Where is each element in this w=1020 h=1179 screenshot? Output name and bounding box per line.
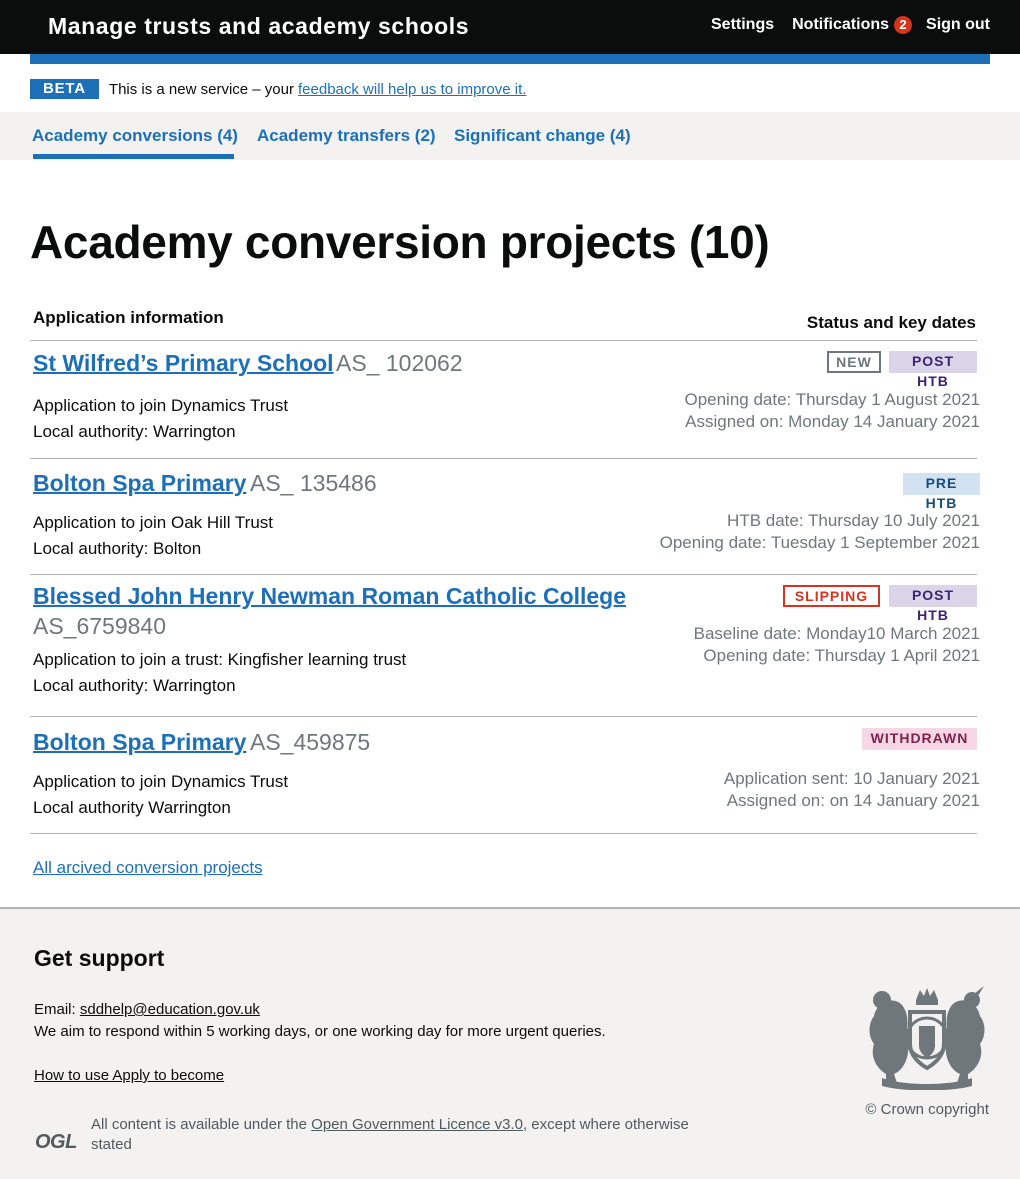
site-header: Manage trusts and academy schools Settin… [0,0,1020,54]
settings-link[interactable]: Settings [711,16,774,34]
service-name[interactable]: Manage trusts and academy schools [48,13,469,40]
status-tag-new: NEW [827,351,881,373]
crown-copyright: © Crown copyright [865,1101,989,1118]
phase-banner: BETA This is a new service – your feedba… [30,79,526,99]
project-trust: Application to join Dynamics Trust [33,772,289,791]
royal-coat-of-arms-icon [869,986,985,1090]
support-email-link[interactable]: sddhelp@education.gov.uk [80,1001,260,1018]
site-footer: Get support Email: sddhelp@education.gov… [0,907,1020,1179]
project-local-authority: Local authority: Bolton [33,539,202,558]
divider [30,574,977,575]
project-date-1: HTB date: Thursday 10 July 2021 [727,511,980,530]
project-date-1: Baseline date: Monday10 March 2021 [693,624,980,643]
column-header-status-key-dates: Status and key dates [806,313,976,332]
project-reference: AS_ 102062 [336,350,463,376]
tab-significant-change[interactable]: Significant change (4) [454,126,631,146]
project-local-authority: Local authority: Warrington [33,422,236,441]
tab-academy-conversions[interactable]: Academy conversions (4) [32,126,238,146]
open-government-licence-link[interactable]: Open Government Licence v3.0 [311,1116,523,1133]
project-link[interactable]: Bolton Spa Primary [33,729,246,756]
support-heading: Get support [34,945,165,971]
support-email-line: Email: sddhelp@education.gov.uk [34,1001,260,1018]
project-date-1: Opening date: Thursday 1 August 2021 [684,390,980,409]
status-tag-slipping: SLIPPING [783,585,880,607]
sub-navigation: Academy conversions (4) Academy transfer… [0,112,1020,160]
project-date-2: Opening date: Thursday 1 April 2021 [703,646,980,665]
status-tag-withdrawn: WITHDRAWN [862,728,977,750]
active-tab-indicator [33,154,234,159]
project-link[interactable]: Blessed John Henry Newman Roman Catholic… [33,583,626,610]
notifications-count-badge: 2 [894,16,913,34]
project-local-authority: Local authority Warrington [33,798,231,817]
status-tag-pre-htb: PRE HTB [903,473,980,511]
project-date-1: Application sent: 10 January 2021 [723,769,980,788]
email-label: Email: [34,1001,76,1018]
status-tag-post-htb: POST HTB [889,585,977,623]
sign-out-link[interactable]: Sign out [926,16,990,34]
beta-tag: BETA [30,79,99,99]
project-reference: AS_459875 [250,729,371,755]
project-trust: Application to join a trust: Kingfisher … [33,650,407,669]
ogl-logo: OGL [35,1131,77,1153]
page-title: Academy conversion projects (10) [30,216,770,268]
project-reference: AS_ 135486 [250,470,377,496]
divider [30,458,977,459]
tab-academy-transfers[interactable]: Academy transfers (2) [257,126,436,146]
project-date-2: Opening date: Tuesday 1 September 2021 [659,533,980,552]
licence-text: All content is available under the Open … [91,1115,731,1155]
notifications-label[interactable]: Notifications [792,16,889,34]
status-tag-post-htb: POST HTB [889,351,977,389]
divider [30,833,977,834]
phase-banner-text: This is a new service – your [108,80,294,98]
feedback-link[interactable]: feedback will help us to improve it. [298,81,526,98]
licence-prefix: All content is available under the [91,1116,307,1133]
divider [30,340,977,341]
project-link[interactable]: Bolton Spa Primary [33,470,246,497]
notifications-link[interactable]: Notifications 2 [792,16,913,34]
project-date-2: Assigned on: Monday 14 January 2021 [685,412,980,431]
project-link[interactable]: St Wilfred’s Primary School [33,350,334,377]
archived-projects-link[interactable]: All arcived conversion projects [33,858,263,878]
divider [30,716,977,717]
header-accent-bar [30,54,990,64]
header-navigation: Settings Notifications 2 Sign out [711,16,990,34]
project-trust: Application to join Oak Hill Trust [33,513,273,532]
response-time-text: We aim to respond within 5 working days,… [34,1023,606,1040]
project-trust: Application to join Dynamics Trust [33,396,289,415]
project-reference: AS_6759840 [33,613,167,639]
column-header-application-information: Application information [33,308,224,327]
project-date-2: Assigned on: on 14 January 2021 [726,791,980,810]
how-to-use-link[interactable]: How to use Apply to become [34,1067,224,1084]
project-local-authority: Local authority: Warrington [33,676,236,695]
